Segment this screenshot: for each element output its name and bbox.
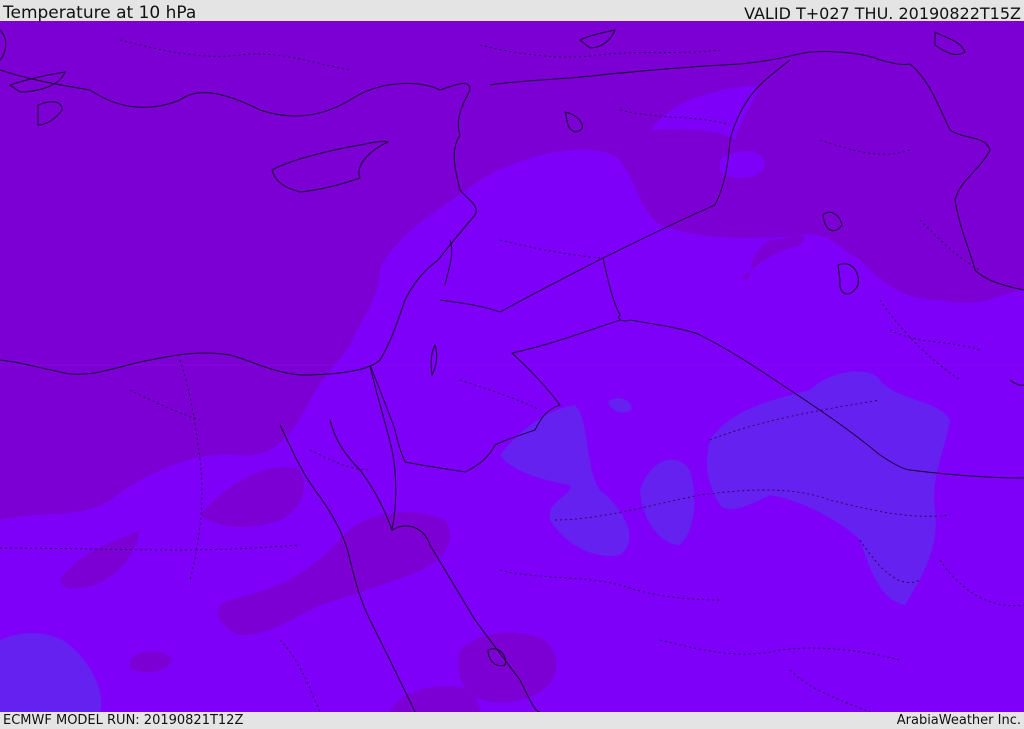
header-bar: Temperature at 10 hPa VALID T+027 THU. 2… [0, 0, 1024, 23]
map-canvas [0, 21, 1024, 712]
footer-bar: ECMWF MODEL RUN: 20190821T12Z ArabiaWeat… [0, 712, 1024, 729]
credit-label: ArabiaWeather Inc. [896, 713, 1021, 728]
temperature-map[interactable] [0, 21, 1024, 712]
model-run-label: ECMWF MODEL RUN: 20190821T12Z [3, 713, 244, 728]
map-title: Temperature at 10 hPa [3, 3, 197, 23]
